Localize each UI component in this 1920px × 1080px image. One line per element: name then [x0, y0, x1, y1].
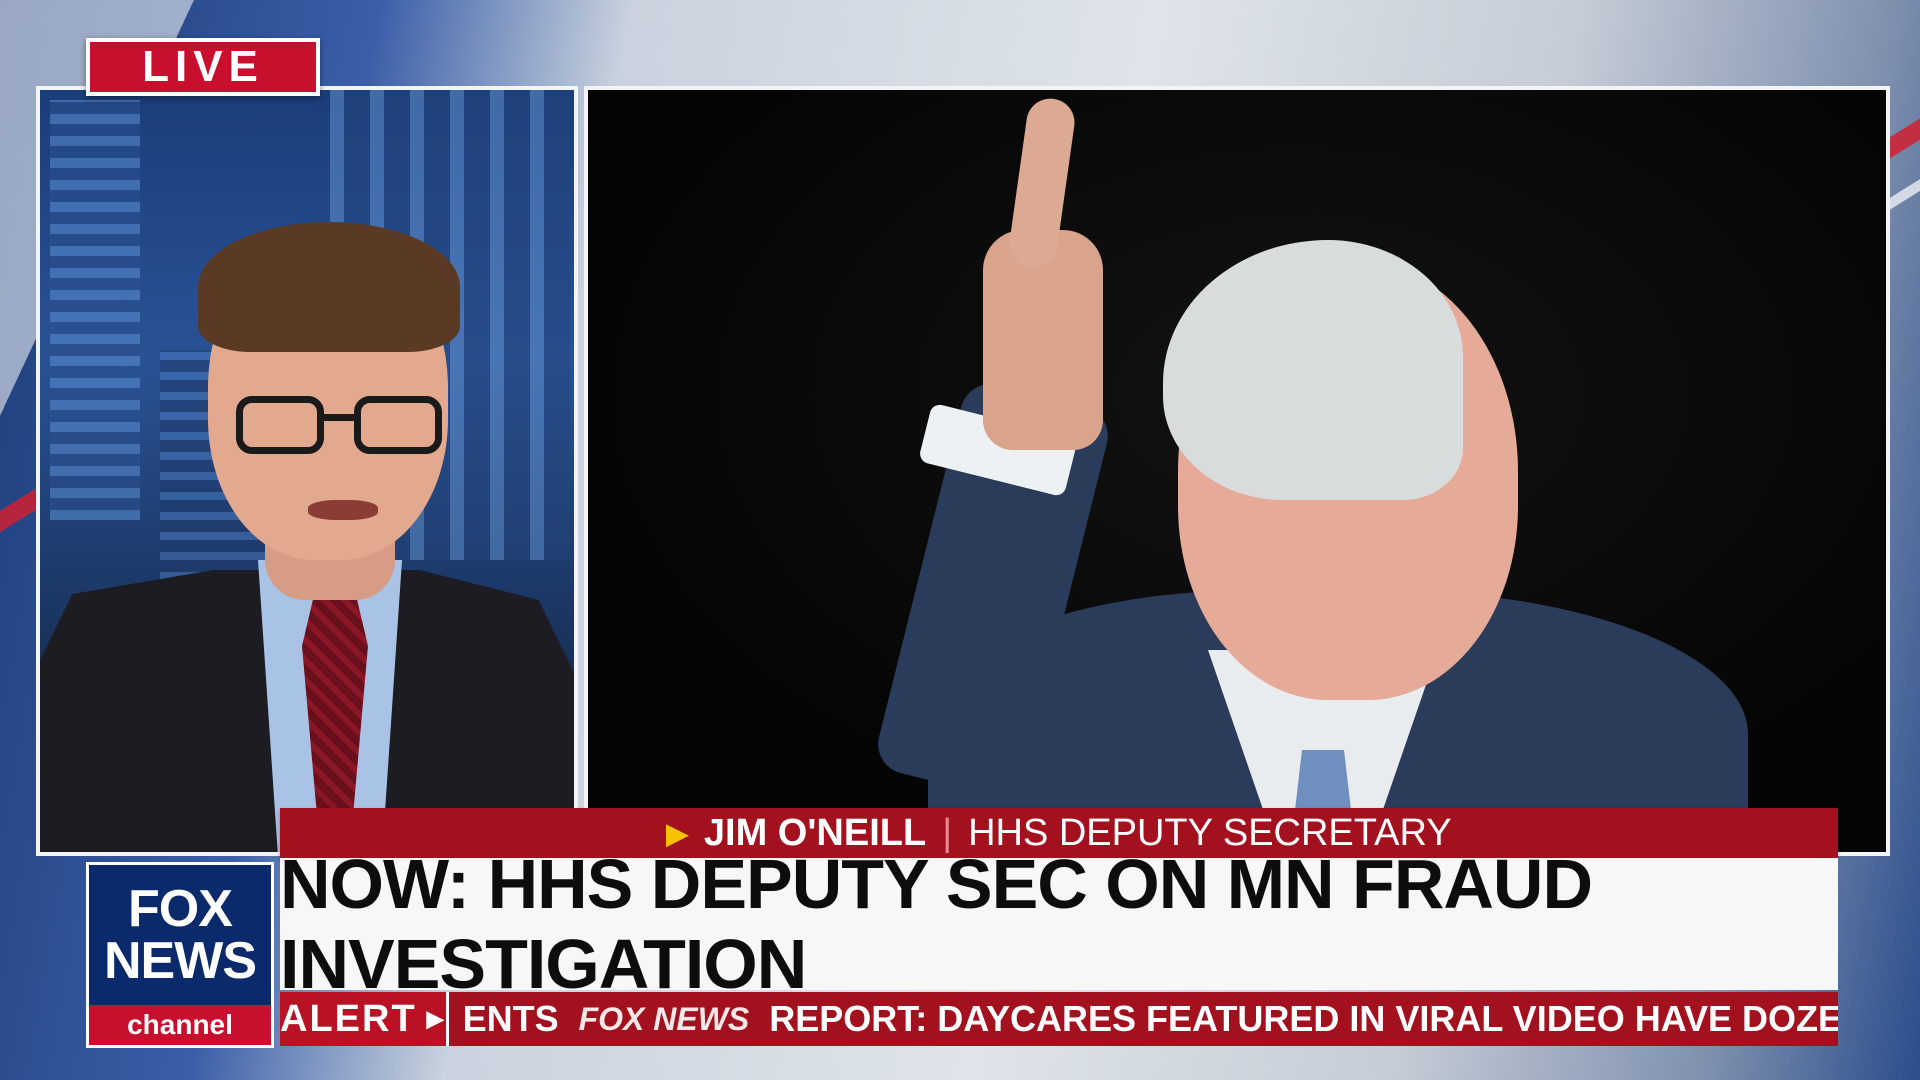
- ticker-lead-text: ENTS: [462, 998, 559, 1039]
- subject-photo-panel: [584, 86, 1890, 856]
- logo-line-channel: channel: [89, 1005, 271, 1045]
- ticker-alert-label: ALERT: [280, 997, 417, 1040]
- ticker-scroll: ENTS FOX NEWS REPORT: DAYCARES FEATURED …: [449, 998, 1838, 1040]
- logo-line-news: NEWS: [104, 932, 257, 990]
- live-label: LIVE: [142, 42, 264, 91]
- ticker-brand: FOX NEWS: [578, 1000, 750, 1037]
- news-ticker: ALERT ▶ ENTS FOX NEWS REPORT: DAYCARES F…: [280, 992, 1838, 1046]
- host-hair: [198, 222, 460, 352]
- host-video-panel: [36, 86, 578, 856]
- ticker-alert-tag: ALERT ▶: [280, 992, 449, 1046]
- host-figure: [40, 90, 574, 852]
- subject-hair: [1163, 240, 1463, 500]
- fox-news-channel-logo: FOX NEWS channel: [86, 862, 274, 1048]
- host-glasses: [236, 396, 446, 456]
- logo-line-fox: FOX: [128, 880, 233, 938]
- headline-text: NOW: HHS DEPUTY SEC ON MN FRAUD INVESTIG…: [280, 845, 1593, 1003]
- host-mouth: [308, 500, 378, 520]
- chevron-right-icon: ▶: [426, 1006, 446, 1031]
- ticker-text: REPORT: DAYCARES FEATURED IN VIRAL VIDEO…: [769, 998, 1838, 1039]
- headline-bar: NOW: HHS DEPUTY SEC ON MN FRAUD INVESTIG…: [280, 845, 1838, 1003]
- live-badge: LIVE: [86, 38, 320, 96]
